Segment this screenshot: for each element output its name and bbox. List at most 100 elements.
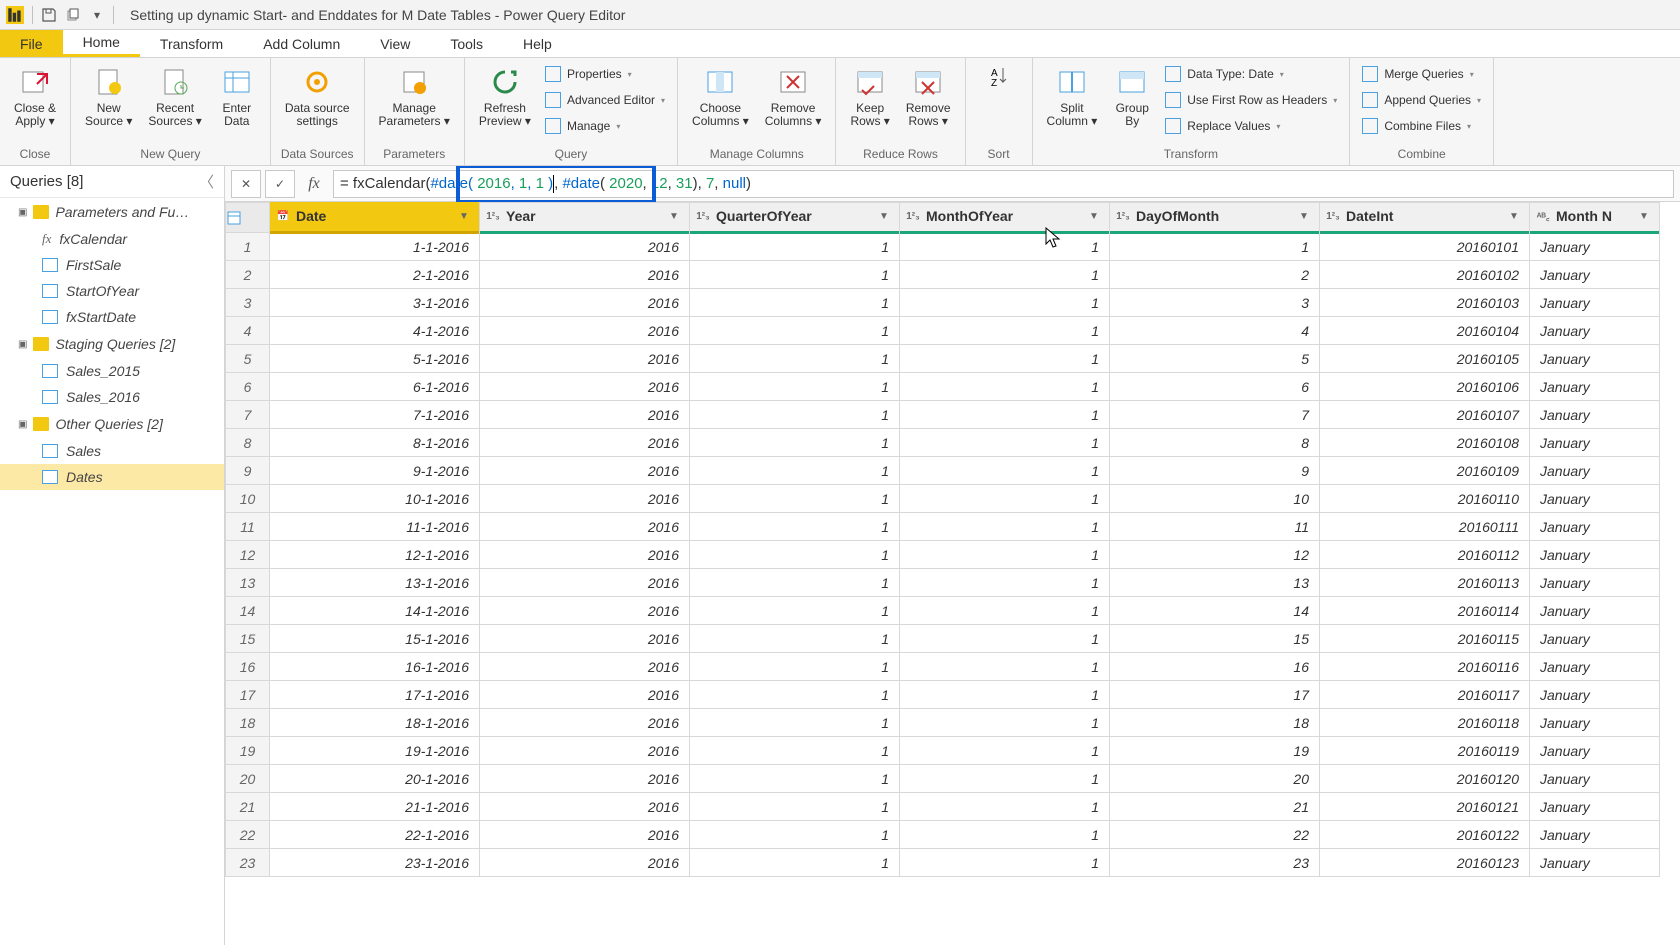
cell-month[interactable]: 1 — [900, 401, 1110, 429]
cell-year[interactable]: 2016 — [480, 345, 690, 373]
cell-date[interactable]: 18-1-2016 — [270, 709, 480, 737]
cell-year[interactable]: 2016 — [480, 485, 690, 513]
cell-dateint[interactable]: 20160102 — [1320, 261, 1530, 289]
append-queries-button[interactable]: Append Queries▾ — [1358, 88, 1485, 112]
cell-year[interactable]: 2016 — [480, 653, 690, 681]
row-number[interactable]: 6 — [226, 373, 270, 401]
column-filter-icon[interactable]: ▼ — [459, 211, 475, 222]
new-source-button[interactable]: NewSource ▾ — [79, 62, 138, 130]
cell-dateint[interactable]: 20160110 — [1320, 485, 1530, 513]
cell-month[interactable]: 1 — [900, 597, 1110, 625]
cell-dateint[interactable]: 20160105 — [1320, 345, 1530, 373]
row-number[interactable]: 23 — [226, 849, 270, 877]
column-type-icon[interactable]: 1²₃ — [904, 211, 922, 222]
row-number[interactable]: 17 — [226, 681, 270, 709]
query-item-fxstartdate[interactable]: fxStartDate — [0, 304, 224, 330]
cell-day[interactable]: 19 — [1110, 737, 1320, 765]
cell-quarter[interactable]: 1 — [690, 625, 900, 653]
merge-queries-button[interactable]: Merge Queries▾ — [1358, 62, 1485, 86]
row-number[interactable]: 11 — [226, 513, 270, 541]
cell-date[interactable]: 10-1-2016 — [270, 485, 480, 513]
cell-monthname[interactable]: January — [1530, 513, 1660, 541]
cell-month[interactable]: 1 — [900, 765, 1110, 793]
cell-day[interactable]: 18 — [1110, 709, 1320, 737]
table-row[interactable]: 4 4-1-2016 2016 1 1 4 20160104 January — [226, 317, 1660, 345]
enter-data-button[interactable]: EnterData — [212, 62, 262, 130]
cell-year[interactable]: 2016 — [480, 821, 690, 849]
row-number[interactable]: 8 — [226, 429, 270, 457]
cell-date[interactable]: 12-1-2016 — [270, 541, 480, 569]
row-number[interactable]: 20 — [226, 765, 270, 793]
cell-date[interactable]: 3-1-2016 — [270, 289, 480, 317]
column-filter-icon[interactable]: ▼ — [879, 211, 895, 222]
cell-quarter[interactable]: 1 — [690, 317, 900, 345]
cell-quarter[interactable]: 1 — [690, 765, 900, 793]
cell-date[interactable]: 6-1-2016 — [270, 373, 480, 401]
cell-monthname[interactable]: January — [1530, 793, 1660, 821]
cell-quarter[interactable]: 1 — [690, 541, 900, 569]
cell-quarter[interactable]: 1 — [690, 821, 900, 849]
queries-header[interactable]: Queries [8] 〈 — [0, 166, 224, 198]
cell-year[interactable]: 2016 — [480, 709, 690, 737]
column-filter-icon[interactable]: ▼ — [669, 211, 685, 222]
cell-quarter[interactable]: 1 — [690, 373, 900, 401]
group-by-button[interactable]: GroupBy — [1107, 62, 1157, 130]
cell-day[interactable]: 17 — [1110, 681, 1320, 709]
query-group[interactable]: ▣Staging Queries [2] — [0, 330, 224, 358]
cell-year[interactable]: 2016 — [480, 401, 690, 429]
cell-day[interactable]: 8 — [1110, 429, 1320, 457]
row-number[interactable]: 2 — [226, 261, 270, 289]
tab-add-column[interactable]: Add Column — [243, 30, 360, 57]
cell-date[interactable]: 4-1-2016 — [270, 317, 480, 345]
query-item-sales_2016[interactable]: Sales_2016 — [0, 384, 224, 410]
cell-dateint[interactable]: 20160114 — [1320, 597, 1530, 625]
cell-dateint[interactable]: 20160103 — [1320, 289, 1530, 317]
cell-date[interactable]: 11-1-2016 — [270, 513, 480, 541]
row-number[interactable]: 1 — [226, 233, 270, 261]
cell-monthname[interactable]: January — [1530, 457, 1660, 485]
cell-quarter[interactable]: 1 — [690, 457, 900, 485]
column-header-dateint[interactable]: 1²₃DateInt▼ — [1320, 203, 1530, 233]
cell-quarter[interactable]: 1 — [690, 597, 900, 625]
sort-asc-button[interactable]: AZ — [974, 62, 1024, 106]
cell-monthname[interactable]: January — [1530, 373, 1660, 401]
cell-year[interactable]: 2016 — [480, 233, 690, 261]
query-item-fxcalendar[interactable]: fxfxCalendar — [0, 226, 224, 252]
cell-monthname[interactable]: January — [1530, 765, 1660, 793]
cell-dateint[interactable]: 20160121 — [1320, 793, 1530, 821]
cell-date[interactable]: 20-1-2016 — [270, 765, 480, 793]
cell-year[interactable]: 2016 — [480, 429, 690, 457]
undo-icon[interactable] — [61, 3, 85, 27]
cell-month[interactable]: 1 — [900, 709, 1110, 737]
cell-day[interactable]: 7 — [1110, 401, 1320, 429]
row-number[interactable]: 7 — [226, 401, 270, 429]
cell-month[interactable]: 1 — [900, 793, 1110, 821]
cell-dateint[interactable]: 20160115 — [1320, 625, 1530, 653]
cell-quarter[interactable]: 1 — [690, 681, 900, 709]
cell-date[interactable]: 17-1-2016 — [270, 681, 480, 709]
table-row[interactable]: 9 9-1-2016 2016 1 1 9 20160109 January — [226, 457, 1660, 485]
cell-dateint[interactable]: 20160113 — [1320, 569, 1530, 597]
cell-month[interactable]: 1 — [900, 429, 1110, 457]
advanced-editor-button[interactable]: Advanced Editor▾ — [541, 88, 669, 112]
table-row[interactable]: 13 13-1-2016 2016 1 1 13 20160113 Januar… — [226, 569, 1660, 597]
row-number[interactable]: 16 — [226, 653, 270, 681]
keep-rows-button[interactable]: KeepRows ▾ — [844, 62, 895, 130]
cell-quarter[interactable]: 1 — [690, 233, 900, 261]
cell-day[interactable]: 16 — [1110, 653, 1320, 681]
cell-day[interactable]: 3 — [1110, 289, 1320, 317]
cell-monthname[interactable]: January — [1530, 317, 1660, 345]
cell-monthname[interactable]: January — [1530, 709, 1660, 737]
column-header-date[interactable]: 📅Date▼ — [270, 203, 480, 233]
cell-year[interactable]: 2016 — [480, 289, 690, 317]
cell-dateint[interactable]: 20160109 — [1320, 457, 1530, 485]
cell-year[interactable]: 2016 — [480, 681, 690, 709]
cell-quarter[interactable]: 1 — [690, 261, 900, 289]
query-group[interactable]: ▣Parameters and Fu… — [0, 198, 224, 226]
cell-month[interactable]: 1 — [900, 625, 1110, 653]
column-type-icon[interactable]: 1²₃ — [484, 211, 502, 222]
cell-quarter[interactable]: 1 — [690, 849, 900, 877]
table-row[interactable]: 12 12-1-2016 2016 1 1 12 20160112 Januar… — [226, 541, 1660, 569]
cell-month[interactable]: 1 — [900, 541, 1110, 569]
cell-monthname[interactable]: January — [1530, 653, 1660, 681]
